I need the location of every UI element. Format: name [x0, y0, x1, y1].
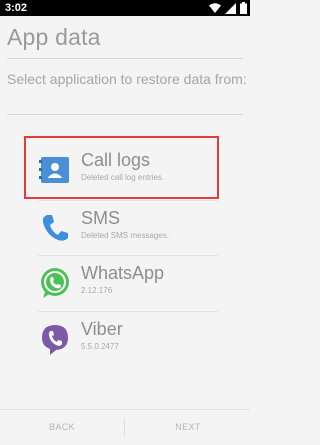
- app-name: WhatsApp: [81, 263, 165, 283]
- signal-icon: [225, 2, 236, 14]
- phone-handset-icon: [42, 215, 68, 241]
- app-item-whatsapp[interactable]: WhatsApp 2.12.176: [38, 258, 218, 310]
- battery-icon: [240, 2, 247, 14]
- title-divider: [7, 58, 243, 59]
- wifi-icon: [209, 3, 221, 13]
- app-detail: 5.5.0.2477: [81, 342, 119, 351]
- next-button[interactable]: NEXT: [126, 410, 250, 445]
- app-detail: 2.12.176: [81, 286, 113, 295]
- bottom-nav-bar: BACK NEXT: [0, 409, 250, 445]
- page-title: App data: [7, 24, 101, 50]
- status-time: 3:02: [5, 2, 28, 14]
- app-item-sms[interactable]: SMS Deleted SMS messages.: [38, 203, 218, 255]
- app-detail: Deleted SMS messages.: [81, 231, 170, 240]
- list-separator: [38, 255, 218, 256]
- viber-icon: [42, 325, 68, 355]
- page-subtitle: Select application to restore data from:: [7, 71, 247, 87]
- list-separator: [38, 311, 218, 312]
- app-name: SMS: [81, 208, 121, 228]
- contact-card-icon: [39, 157, 69, 183]
- subtitle-divider: [7, 114, 243, 115]
- status-icons: [209, 2, 247, 14]
- app-item-viber[interactable]: Viber 5.5.0.2477: [38, 314, 218, 366]
- status-bar: 3:02: [0, 0, 250, 16]
- back-button[interactable]: BACK: [0, 410, 124, 445]
- app-detail: Deleted call log entries.: [81, 173, 165, 182]
- list-separator: [38, 200, 218, 201]
- whatsapp-icon: [41, 268, 69, 298]
- app-name: Call logs: [81, 150, 151, 170]
- nav-separator: [124, 418, 125, 437]
- app-name: Viber: [81, 319, 123, 339]
- app-item-call-logs[interactable]: Call logs Deleted call log entries.: [38, 145, 218, 197]
